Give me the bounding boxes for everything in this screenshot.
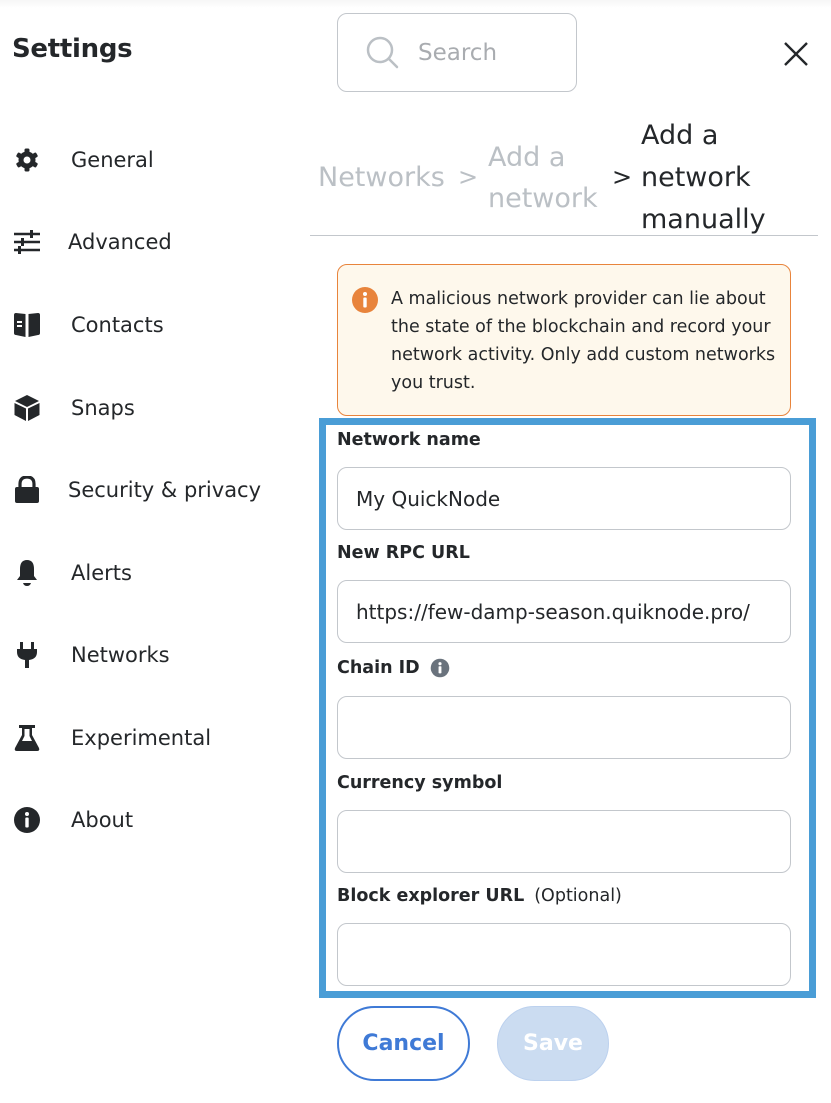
breadcrumb-line: Add a: [641, 120, 719, 151]
sidebar-item-contacts[interactable]: Contacts: [0, 295, 300, 355]
sidebar-item-alerts[interactable]: Alerts: [0, 543, 300, 603]
info-icon: [12, 805, 42, 835]
page-title: Settings: [12, 34, 133, 64]
warning-text: A malicious network provider can lie abo…: [391, 289, 776, 393]
label-text: Currency symbol: [337, 773, 503, 793]
sidebar-item-about[interactable]: About: [0, 790, 300, 850]
gear-icon: [12, 145, 42, 175]
breadcrumb-line: network: [488, 183, 598, 214]
close-button[interactable]: [780, 38, 812, 70]
currency-symbol-input[interactable]: [337, 810, 791, 873]
lock-icon: [12, 475, 42, 505]
search-placeholder: Search: [418, 39, 498, 66]
sidebar-item-advanced[interactable]: Advanced: [0, 212, 300, 272]
sidebar-item-label: Experimental: [71, 726, 212, 750]
currency-symbol-label: Currency symbol: [337, 773, 502, 793]
network-name-label: Network name: [337, 430, 481, 450]
close-icon: [784, 42, 808, 66]
sidebar-item-label: About: [71, 808, 134, 832]
warning-banner: A malicious network provider can lie abo…: [337, 264, 791, 416]
sidebar-item-general[interactable]: General: [0, 130, 300, 190]
chevron-right-icon: >: [458, 163, 479, 191]
breadcrumb-line: manually: [641, 204, 766, 235]
label-text: Block explorer URL: [337, 886, 525, 906]
sidebar-item-label: Alerts: [71, 561, 132, 585]
breadcrumb: Networks > Add a network > Add a network…: [310, 112, 818, 236]
block-explorer-input[interactable]: [337, 923, 791, 986]
optional-hint: (Optional): [534, 886, 622, 906]
network-name-input[interactable]: My QuickNode: [337, 467, 791, 530]
chain-id-label: Chain ID: [337, 658, 450, 678]
sidebar-item-security[interactable]: Security & privacy: [0, 460, 300, 520]
top-shadow: [0, 0, 831, 8]
rpc-url-label: New RPC URL: [337, 543, 470, 563]
sidebar-item-label: General: [71, 148, 154, 172]
search-icon: [366, 36, 399, 68]
breadcrumb-line: Add a: [488, 142, 566, 173]
sliders-icon: [12, 227, 42, 257]
block-explorer-label: Block explorer URL (Optional): [337, 886, 622, 906]
info-icon: [351, 286, 379, 318]
plug-icon: [12, 640, 42, 670]
sidebar-item-label: Security & privacy: [68, 478, 262, 502]
cube-icon: [12, 393, 42, 423]
search-input[interactable]: Search: [337, 13, 577, 92]
sidebar-item-label: Snaps: [71, 396, 135, 420]
label-text: Network name: [337, 430, 481, 450]
rpc-url-input[interactable]: https://few-damp-season.quiknode.pro/: [337, 580, 791, 643]
sidebar-item-label: Advanced: [68, 230, 172, 254]
chain-id-input[interactable]: [337, 696, 791, 759]
bell-icon: [12, 558, 42, 588]
save-button[interactable]: Save: [497, 1006, 609, 1081]
breadcrumb-networks[interactable]: Networks: [318, 157, 445, 199]
info-icon[interactable]: [430, 658, 450, 678]
label-text: Chain ID: [337, 658, 420, 678]
flask-icon: [12, 723, 42, 753]
cancel-button[interactable]: Cancel: [337, 1006, 470, 1081]
sidebar-item-networks[interactable]: Networks: [0, 625, 300, 685]
label-text: New RPC URL: [337, 543, 470, 563]
sidebar-item-label: Contacts: [71, 313, 164, 337]
sidebar-item-snaps[interactable]: Snaps: [0, 378, 300, 438]
sidebar-item-label: Networks: [71, 643, 170, 667]
sidebar-item-experimental[interactable]: Experimental: [0, 708, 300, 768]
breadcrumb-line: network: [641, 162, 751, 193]
chevron-right-icon: >: [612, 163, 633, 191]
book-icon: [12, 310, 42, 340]
